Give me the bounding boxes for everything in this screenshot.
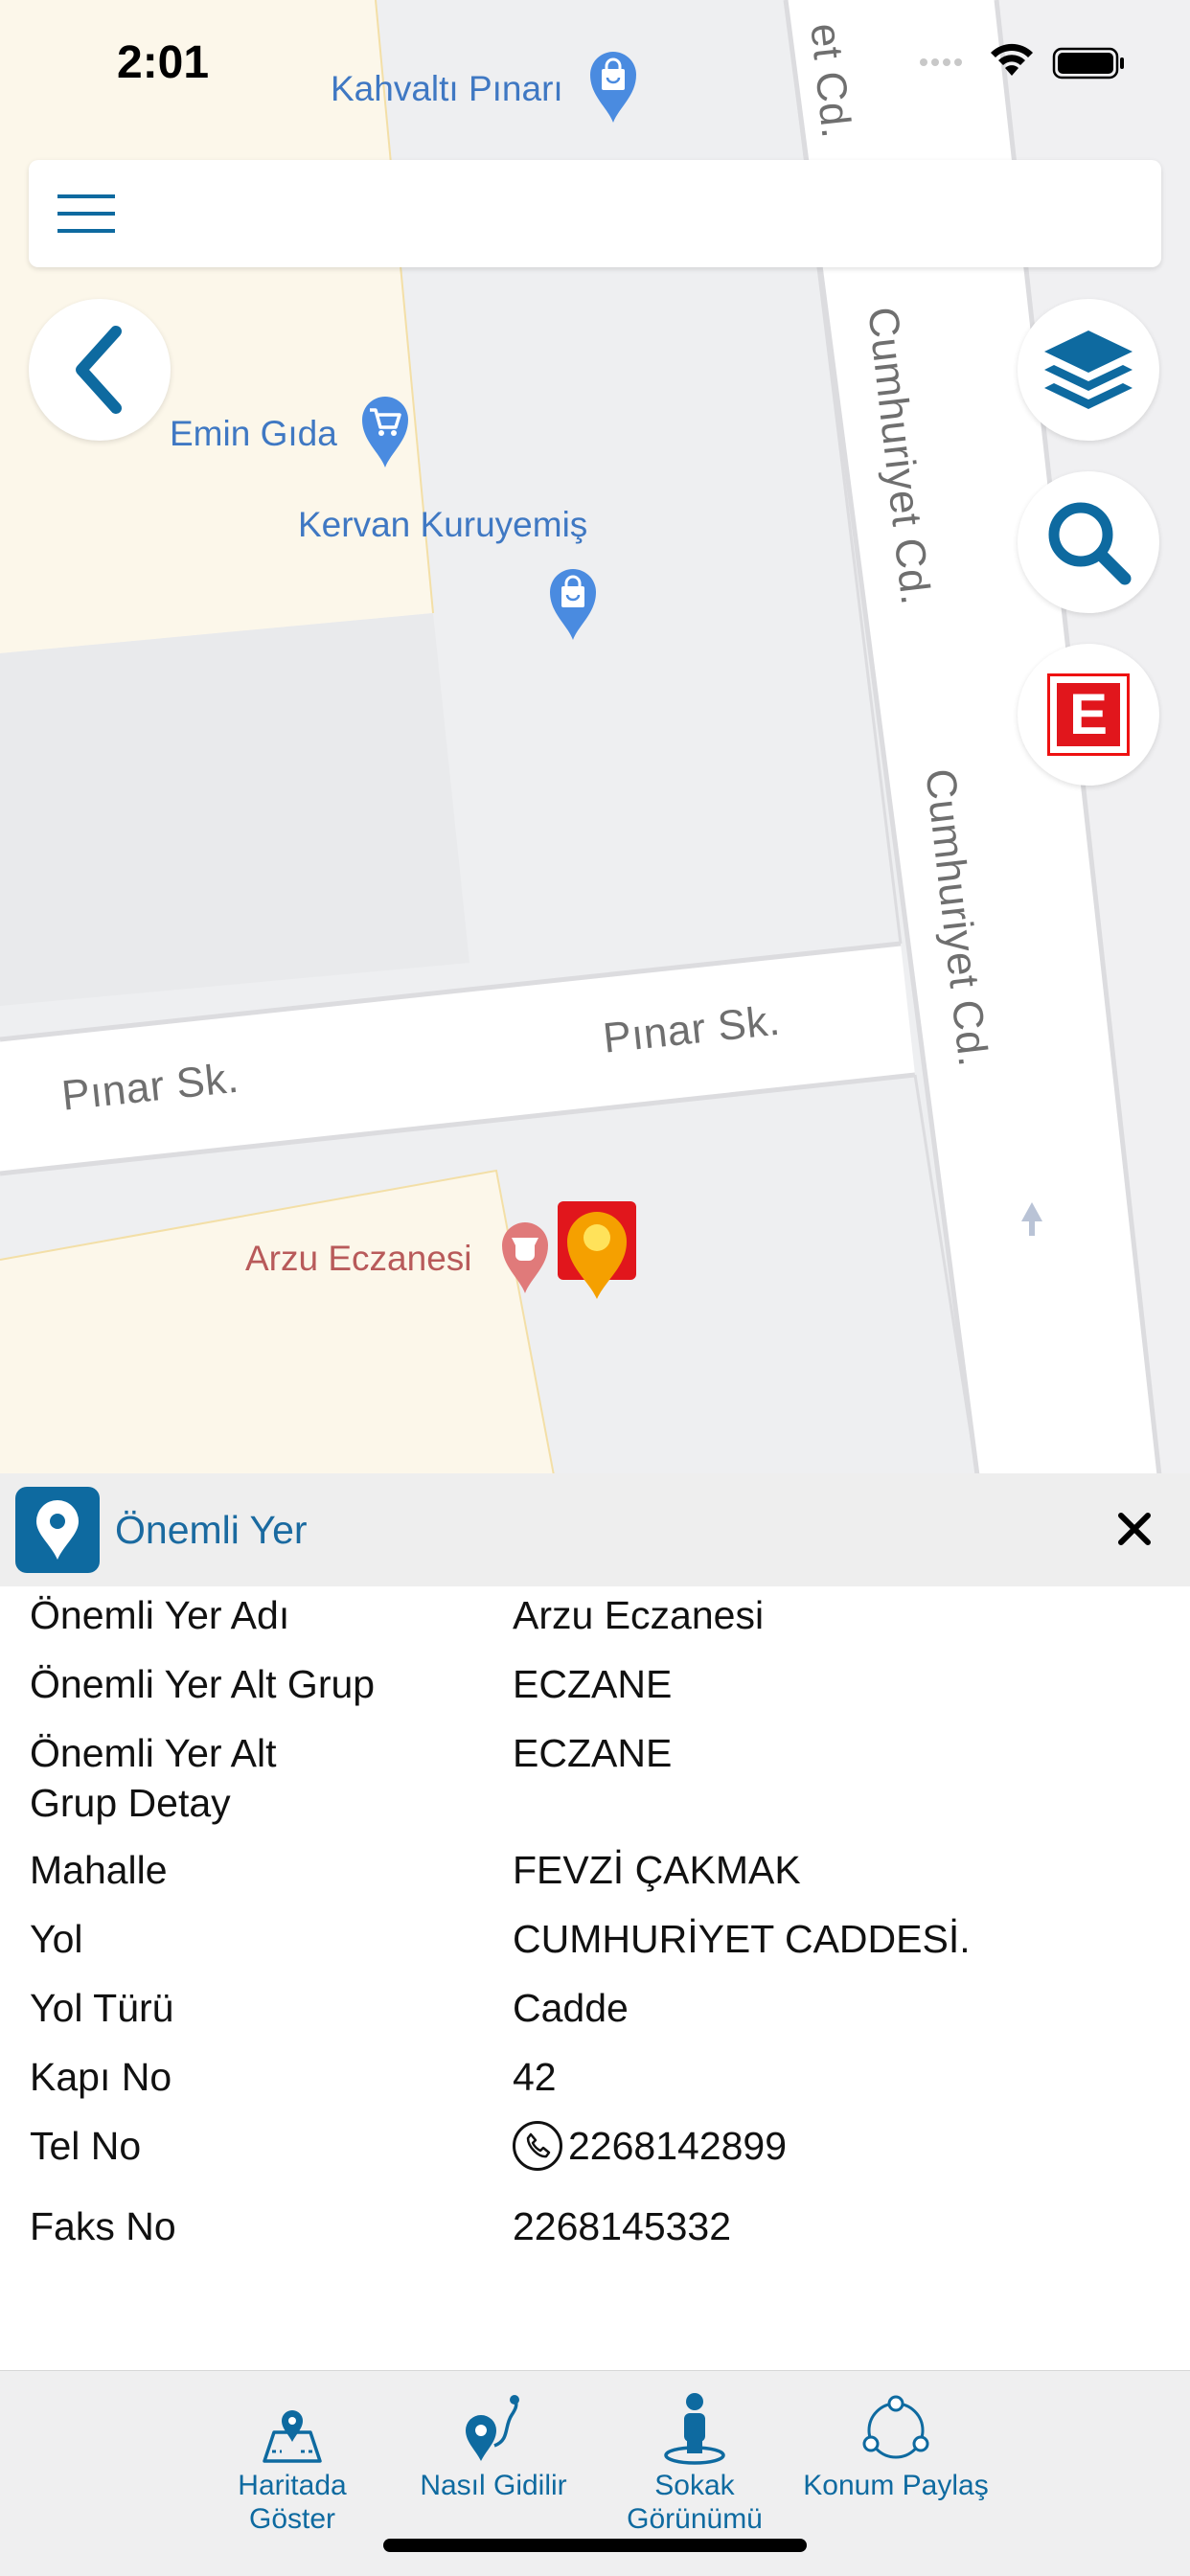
detail-label: Yol — [30, 1917, 83, 1961]
back-button[interactable] — [29, 299, 171, 441]
detail-label: Faks No — [30, 2204, 176, 2248]
detail-label: Önemli Yer Adı — [30, 1593, 290, 1637]
close-icon[interactable] — [1111, 1506, 1157, 1552]
phone-icon — [513, 2121, 562, 2171]
tab-label: Konum Paylaş — [803, 2470, 989, 2501]
detail-value: 2268145332 — [513, 2204, 732, 2248]
tab-street-view[interactable]: Sokak Görünümü — [599, 2392, 790, 2536]
detail-label: Tel No — [30, 2124, 142, 2168]
cellular-signal-icon — [920, 58, 962, 66]
detail-label: Kapı No — [30, 2055, 172, 2099]
tab-label: Sokak Görünümü — [627, 2470, 763, 2535]
detail-label: Önemli Yer Alt Grup Detay — [30, 1731, 277, 1825]
location-pin-icon — [15, 1487, 100, 1573]
shopping-bag-icon[interactable] — [546, 563, 600, 642]
detail-value: Arzu Eczanesi — [513, 1593, 765, 1637]
detail-value: 42 — [513, 2055, 557, 2099]
tab-label: Haritada Göster — [238, 2470, 347, 2535]
street-view-icon — [664, 2393, 725, 2465]
layers-icon — [1044, 331, 1133, 409]
tab-directions[interactable]: Nasıl Gidilir — [398, 2392, 589, 2502]
shopping-bag-icon[interactable] — [586, 46, 640, 125]
menu-icon[interactable] — [57, 193, 115, 235]
details-panel: Önemli Yer Adı Arzu Eczanesi Önemli Yer … — [0, 1586, 1190, 2370]
detail-value: ECZANE — [513, 1731, 673, 1775]
poi-label[interactable]: Kervan Kuruyemiş — [298, 505, 587, 545]
tab-show-on-map[interactable]: Haritada Göster — [196, 2392, 388, 2536]
detail-label: Önemli Yer Alt Grup — [30, 1662, 376, 1706]
search-bar[interactable] — [29, 160, 1161, 267]
tab-label: Nasıl Gidilir — [420, 2470, 567, 2501]
wifi-icon — [991, 43, 1033, 76]
share-location-icon — [862, 2395, 929, 2459]
layers-button[interactable] — [1018, 299, 1159, 441]
detail-value: CUMHURİYET CADDESİ. — [513, 1917, 971, 1961]
search-icon — [1048, 502, 1132, 585]
tab-share-location[interactable]: Konum Paylaş — [800, 2392, 992, 2502]
route-icon — [466, 2395, 519, 2461]
selected-location-marker[interactable] — [556, 1199, 638, 1303]
detail-value: Cadde — [513, 1986, 629, 2030]
status-time: 2:01 — [117, 37, 210, 88]
poi-label[interactable]: Arzu Eczanesi — [245, 1239, 472, 1279]
battery-icon — [1052, 47, 1124, 80]
poi-label[interactable]: Kahvaltı Pınarı — [331, 69, 563, 109]
chevron-left-icon — [76, 326, 122, 414]
poi-label[interactable]: Emin Gıda — [170, 414, 337, 454]
search-button[interactable] — [1018, 471, 1159, 613]
detail-value: FEVZİ ÇAKMAK — [513, 1848, 801, 1892]
pharmacy-icon[interactable] — [498, 1217, 552, 1295]
e-badge-label: E — [1057, 683, 1120, 746]
map-view[interactable]: Kahvaltı Pınarı Emin Gıda Kervan Kuruyem… — [0, 0, 1190, 1475]
shopping-cart-icon[interactable] — [358, 391, 412, 469]
map-pin-icon — [263, 2410, 322, 2463]
detail-label: Yol Türü — [30, 1986, 174, 2030]
e-badge-icon: E — [1047, 673, 1130, 756]
status-icons — [920, 43, 1124, 80]
phone-link[interactable]: 2268142899 — [513, 2121, 787, 2171]
phone-number[interactable]: 2268142899 — [568, 2121, 787, 2171]
detail-value: ECZANE — [513, 1662, 673, 1706]
home-indicator — [383, 2539, 807, 2552]
detail-label: Mahalle — [30, 1848, 168, 1892]
e-button[interactable]: E — [1018, 644, 1159, 786]
panel-title: Önemli Yer — [115, 1508, 308, 1552]
panel-header: Önemli Yer — [0, 1473, 1190, 1586]
